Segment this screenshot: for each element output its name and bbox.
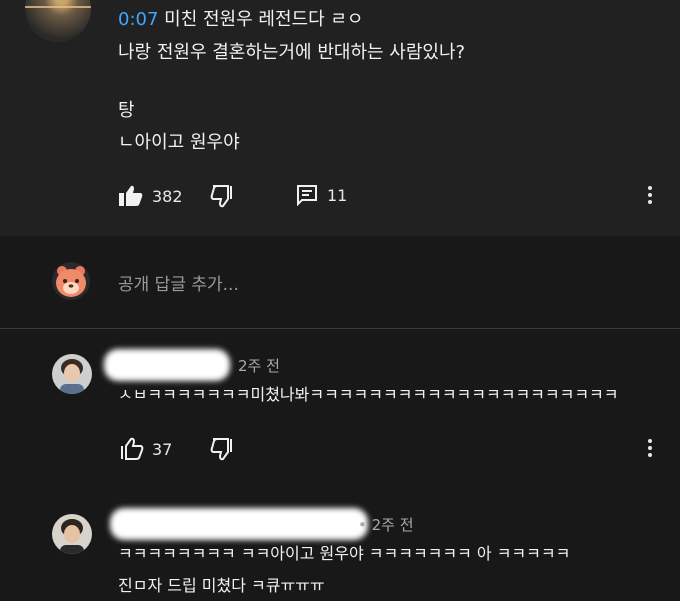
reply-like-button[interactable]: 37 bbox=[118, 437, 172, 461]
reply-text-line-2: 진ㅁ자 드립 미쳤다 ㅋ큐ㅠㅠㅠ bbox=[118, 576, 325, 595]
reply-count: 11 bbox=[327, 185, 348, 205]
timestamp-link[interactable]: 0:07 bbox=[118, 9, 158, 30]
redacted-username bbox=[110, 508, 368, 540]
redacted-username bbox=[104, 349, 230, 381]
reply-more-options-icon[interactable] bbox=[648, 439, 652, 460]
thumbs-down-icon bbox=[210, 438, 232, 461]
bear-avatar-icon bbox=[56, 266, 86, 297]
reply-text-line-1: ㅋㅋㅋㅋㅋㅋㅋㅋ ㅋㅋ아이고 원우야 ㅋㅋㅋㅋㅋㅋㅋ 아 ㅋㅋㅋㅋㅋ bbox=[118, 544, 571, 563]
comment-line-2: 나랑 전원우 결혼하는거에 반대하는 사람있나? bbox=[118, 42, 466, 63]
more-options-icon[interactable] bbox=[648, 186, 652, 207]
comment-line-4: ㄴ아이고 원우야 bbox=[118, 132, 240, 153]
reply-like-count: 37 bbox=[152, 439, 173, 459]
thumbs-down-icon bbox=[210, 185, 232, 208]
like-button[interactable]: 382 bbox=[118, 184, 183, 208]
my-avatar bbox=[52, 262, 90, 300]
reply-time: 2주 전 bbox=[238, 357, 280, 375]
like-count: 382 bbox=[152, 186, 183, 206]
reply-dislike-button[interactable] bbox=[210, 437, 236, 465]
person-photo-icon bbox=[52, 514, 92, 554]
divider bbox=[0, 328, 680, 329]
replies-button[interactable]: 11 bbox=[296, 184, 347, 206]
comment-line-3: 탕 bbox=[118, 100, 135, 121]
comment-text: 미친 전원우 레전드다 ㄹㅇ bbox=[158, 9, 364, 30]
reply-time: • 2주 전 bbox=[358, 516, 414, 534]
reply-avatar[interactable] bbox=[52, 354, 92, 394]
thumbs-up-icon bbox=[121, 437, 144, 460]
person-photo-icon bbox=[52, 354, 92, 394]
reply-input[interactable]: 공개 답글 추가... bbox=[118, 270, 239, 295]
dislike-button[interactable] bbox=[210, 184, 236, 212]
reply-text: ㅅㅂㅋㅋㅋㅋㅋㅋㅋ미쳤나봐ㅋㅋㅋㅋㅋㅋㅋㅋㅋㅋㅋㅋㅋㅋㅋㅋㅋㅋㅋㅋㅋ bbox=[118, 385, 619, 404]
comment-icon bbox=[297, 185, 317, 206]
thumbs-up-icon bbox=[119, 185, 143, 206]
comment-line-1: 0:07 미친 전원우 레전드다 ㄹㅇ bbox=[118, 9, 363, 31]
reply-avatar[interactable] bbox=[52, 514, 92, 554]
